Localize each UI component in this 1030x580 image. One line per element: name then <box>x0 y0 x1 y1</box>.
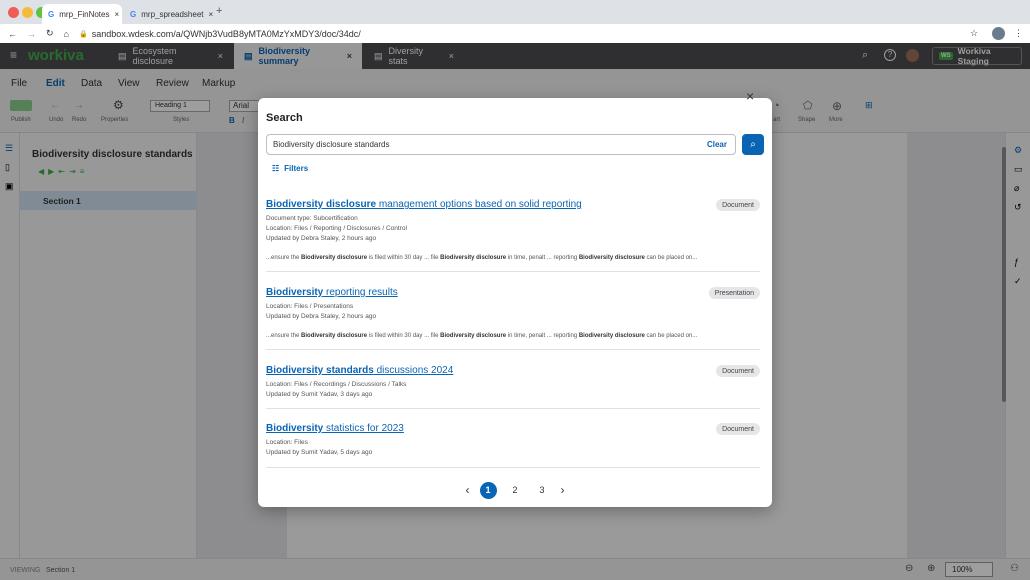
result-title-link[interactable]: Biodiversity statistics for 2023 <box>266 423 404 434</box>
browser-address-bar: ← → ↻ ⌂ 🔒 sandbox.wdesk.com/a/QWNjb3VudB… <box>0 24 1030 43</box>
type-badge: Document <box>716 199 760 211</box>
site-info-icon[interactable]: 🔒 <box>79 30 88 38</box>
back-icon[interactable]: ← <box>8 29 17 39</box>
page-1-button[interactable]: 1 <box>479 481 497 499</box>
browser-tab-label: mrp_spreadsheet <box>141 9 204 19</box>
result-snippet: ...ensure the Biodiversity disclosure is… <box>266 255 698 261</box>
result-title-link[interactable]: Biodiversity reporting results <box>266 287 398 298</box>
search-icon: ⌕ <box>750 139 756 150</box>
filters-button[interactable]: ☷ Filters <box>272 164 308 173</box>
type-badge: Document <box>716 365 760 377</box>
prev-page-icon[interactable]: ‹ <box>466 483 470 497</box>
search-result[interactable]: Biodiversity standards discussions 2024 … <box>266 365 760 409</box>
minimize-window-icon[interactable] <box>22 7 33 18</box>
result-meta: Location: Files / Presentations <box>266 303 354 310</box>
home-icon[interactable]: ⌂ <box>64 29 69 39</box>
google-icon: G <box>130 9 137 19</box>
forward-icon[interactable]: → <box>27 29 36 39</box>
browser-menu-icon[interactable]: ⋮ <box>1014 28 1023 39</box>
bookmark-star-icon[interactable]: ☆ <box>970 28 978 39</box>
close-icon[interactable]: × <box>746 88 754 104</box>
clear-button[interactable]: Clear <box>707 140 727 149</box>
close-tab-icon[interactable]: × <box>114 10 119 19</box>
result-meta: Updated by Sumit Yadav, 3 days ago <box>266 391 373 398</box>
pagination: ‹ 1 2 3 › <box>258 481 772 499</box>
browser-tabstrip: G mrp_FinNotes × G mrp_spreadsheet × + <box>0 0 1030 24</box>
url-field[interactable]: sandbox.wdesk.com/a/QWNjb3VudB8yMTA0MzYx… <box>92 29 361 39</box>
close-window-icon[interactable] <box>8 7 19 18</box>
result-meta: Document type: Subcertification <box>266 215 358 222</box>
result-meta: Location: Files <box>266 439 308 446</box>
close-tab-icon[interactable]: × <box>209 10 214 19</box>
result-meta: Updated by Debra Staley, 2 hours ago <box>266 235 377 242</box>
result-meta: Location: Files / Recordings / Discussio… <box>266 381 407 388</box>
type-badge: Presentation <box>708 287 760 299</box>
reload-icon[interactable]: ↻ <box>46 28 54 39</box>
search-result[interactable]: Biodiversity statistics for 2023 Documen… <box>266 423 760 468</box>
search-dialog-title: Search <box>266 112 303 124</box>
result-meta: Updated by Debra Staley, 2 hours ago <box>266 313 377 320</box>
browser-tab-label: mrp_FinNotes <box>59 9 110 19</box>
page-2-button[interactable]: 2 <box>507 482 524 499</box>
result-snippet: ...ensure the Biodiversity disclosure is… <box>266 333 698 339</box>
result-meta: Location: Files / Reporting / Disclosure… <box>266 225 407 232</box>
search-result[interactable]: Biodiversity reporting results Presentat… <box>266 287 760 350</box>
search-result[interactable]: Biodiversity disclosure management optio… <box>266 199 760 272</box>
google-icon: G <box>48 9 55 19</box>
search-query: Biodiversity disclosure standards <box>273 140 390 149</box>
filters-label: Filters <box>284 164 309 173</box>
search-submit-button[interactable]: ⌕ <box>742 134 764 155</box>
browser-tab-spreadsheet[interactable]: G mrp_spreadsheet × <box>124 4 214 24</box>
profile-avatar[interactable] <box>992 27 1005 40</box>
result-meta: Updated by Sumit Yadav, 5 days ago <box>266 449 373 456</box>
new-tab-icon[interactable]: + <box>216 5 222 17</box>
page-3-button[interactable]: 3 <box>534 482 551 499</box>
sliders-icon: ☷ <box>272 164 280 173</box>
search-input[interactable]: Biodiversity disclosure standards Clear <box>266 134 736 155</box>
result-title-link[interactable]: Biodiversity standards discussions 2024 <box>266 365 453 376</box>
result-title-link[interactable]: Biodiversity disclosure management optio… <box>266 199 582 210</box>
next-page-icon[interactable]: › <box>561 483 565 497</box>
browser-tab-finnotes[interactable]: G mrp_FinNotes × <box>42 4 122 24</box>
type-badge: Document <box>716 423 760 435</box>
search-dialog: × Search Biodiversity disclosure standar… <box>258 88 772 507</box>
